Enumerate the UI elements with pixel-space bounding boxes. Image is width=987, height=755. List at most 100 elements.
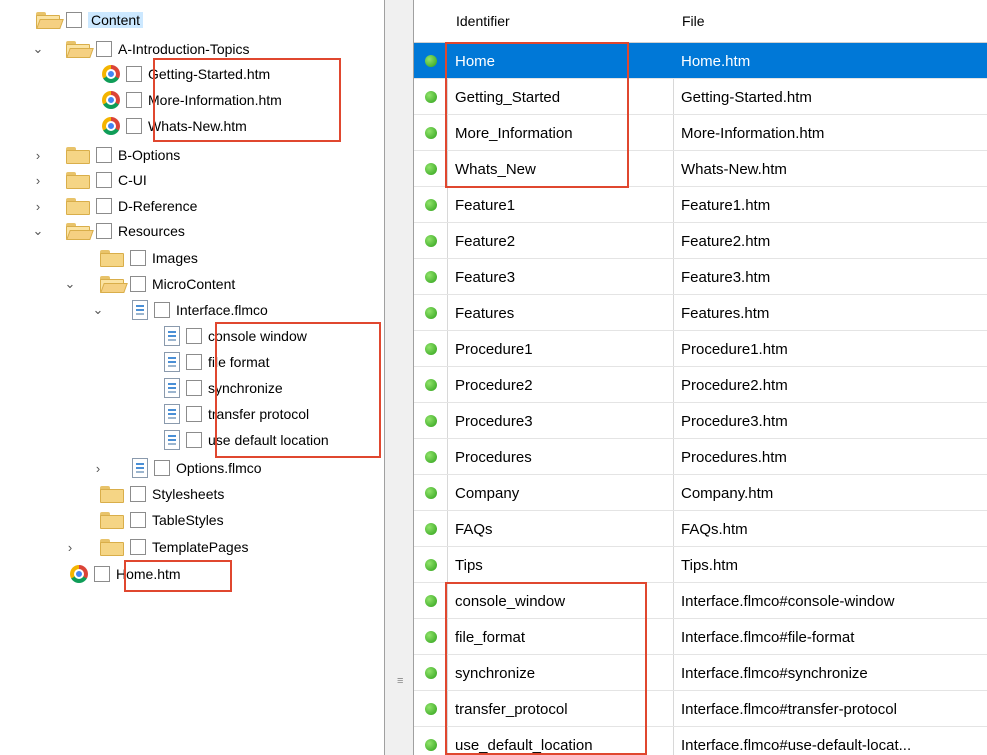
status-cell (414, 223, 447, 259)
tree-node-label: D-Reference (118, 198, 198, 214)
pane-splitter[interactable]: ≡ (384, 0, 414, 755)
chevron-down-icon[interactable]: ⌄ (32, 37, 44, 61)
table-row[interactable]: Procedure1 Procedure1.htm (414, 331, 987, 367)
tree-node-options-flmco[interactable]: › Options.flmco (92, 456, 262, 480)
checkbox[interactable] (130, 250, 146, 266)
file-cell[interactable]: Whats-New.htm (673, 151, 987, 187)
status-dot-icon (424, 523, 437, 535)
table-row[interactable]: Feature1 Feature1.htm (414, 187, 987, 223)
tree-node-label: MicroContent (152, 276, 236, 292)
file-cell[interactable]: Getting-Started.htm (673, 79, 987, 115)
identifier-cell[interactable]: Company (447, 475, 673, 511)
file-cell[interactable]: Interface.flmco#use-default-locat... (673, 727, 987, 755)
checkbox[interactable] (96, 147, 112, 163)
tree-node-tablestyles[interactable]: TableStyles (100, 508, 224, 532)
table-row[interactable]: Company Company.htm (414, 475, 987, 511)
tree-node-content[interactable]: Content (36, 8, 144, 32)
checkbox[interactable] (130, 512, 146, 528)
chevron-right-icon[interactable]: › (32, 194, 44, 218)
identifier-cell[interactable]: Feature1 (447, 187, 673, 223)
table-row[interactable]: Feature3 Feature3.htm (414, 259, 987, 295)
chevron-down-icon[interactable]: ⌄ (32, 219, 44, 243)
checkbox[interactable] (94, 566, 110, 582)
checkbox[interactable] (186, 354, 202, 370)
file-cell[interactable]: Feature1.htm (673, 187, 987, 223)
chevron-down-icon[interactable]: ⌄ (64, 272, 76, 296)
file-cell[interactable]: Feature2.htm (673, 223, 987, 259)
file-cell[interactable]: Procedure3.htm (673, 403, 987, 439)
tree-node-d-reference[interactable]: › D-Reference (32, 194, 197, 218)
checkbox[interactable] (130, 276, 146, 292)
file-cell[interactable]: Features.htm (673, 295, 987, 331)
identifier-cell[interactable]: Procedure1 (447, 331, 673, 367)
highlight-box-intro-topics (153, 58, 341, 142)
tree-node-microcontent[interactable]: ⌄ MicroContent (64, 272, 235, 296)
file-cell[interactable]: Interface.flmco#console-window (673, 583, 987, 619)
file-cell[interactable]: Company.htm (673, 475, 987, 511)
file-cell[interactable]: Tips.htm (673, 547, 987, 583)
file-cell[interactable]: Procedure2.htm (673, 367, 987, 403)
checkbox[interactable] (154, 460, 170, 476)
identifier-cell[interactable]: Features (447, 295, 673, 331)
table-row[interactable]: Procedure3 Procedure3.htm (414, 403, 987, 439)
identifier-cell[interactable]: FAQs (447, 511, 673, 547)
column-header-file[interactable]: File (673, 0, 987, 42)
chevron-right-icon[interactable]: › (92, 456, 104, 480)
table-row[interactable]: Procedures Procedures.htm (414, 439, 987, 475)
tree-node-templatepages[interactable]: › TemplatePages (64, 535, 249, 559)
checkbox[interactable] (96, 223, 112, 239)
column-header-identifier[interactable]: Identifier (447, 0, 673, 42)
table-row[interactable]: Feature2 Feature2.htm (414, 223, 987, 259)
file-cell[interactable]: FAQs.htm (673, 511, 987, 547)
checkbox[interactable] (126, 66, 142, 82)
chrome-icon (70, 565, 88, 583)
chevron-right-icon[interactable]: › (64, 535, 76, 559)
highlight-box-micro-identifiers (445, 582, 647, 755)
tree-node-b-options[interactable]: › B-Options (32, 143, 180, 167)
checkbox[interactable] (96, 172, 112, 188)
tree-node-interface-flmco[interactable]: ⌄ Interface.flmco (92, 298, 268, 322)
identifier-cell[interactable]: Procedures (447, 439, 673, 475)
tree-node-c-ui[interactable]: › C-UI (32, 168, 147, 192)
tree-node-resources[interactable]: ⌄ Resources (32, 219, 185, 243)
checkbox[interactable] (130, 539, 146, 555)
table-row[interactable]: Tips Tips.htm (414, 547, 987, 583)
tree-node-stylesheets[interactable]: Stylesheets (100, 482, 224, 506)
identifier-cell[interactable]: Feature3 (447, 259, 673, 295)
file-cell[interactable]: Interface.flmco#synchronize (673, 655, 987, 691)
identifier-cell[interactable]: Procedure2 (447, 367, 673, 403)
file-cell[interactable]: Procedure1.htm (673, 331, 987, 367)
chevron-right-icon[interactable]: › (32, 143, 44, 167)
checkbox[interactable] (186, 432, 202, 448)
status-dot-icon (424, 595, 437, 607)
checkbox[interactable] (186, 380, 202, 396)
file-cell[interactable]: Home.htm (673, 43, 987, 79)
tree-node-label: Resources (118, 223, 185, 239)
table-row[interactable]: FAQs FAQs.htm (414, 511, 987, 547)
table-row[interactable]: Procedure2 Procedure2.htm (414, 367, 987, 403)
table-header: Identifier File (414, 0, 987, 43)
checkbox[interactable] (96, 198, 112, 214)
tree-node-label: A-Introduction-Topics (118, 41, 250, 57)
file-cell[interactable]: More-Information.htm (673, 115, 987, 151)
identifier-cell[interactable]: Tips (447, 547, 673, 583)
file-cell[interactable]: Procedures.htm (673, 439, 987, 475)
checkbox[interactable] (96, 41, 112, 57)
identifier-cell[interactable]: Feature2 (447, 223, 673, 259)
checkbox[interactable] (154, 302, 170, 318)
checkbox[interactable] (130, 486, 146, 502)
identifier-cell[interactable]: Procedure3 (447, 403, 673, 439)
table-row[interactable]: Features Features.htm (414, 295, 987, 331)
checkbox[interactable] (126, 118, 142, 134)
file-cell[interactable]: Interface.flmco#transfer-protocol (673, 691, 987, 727)
checkbox[interactable] (66, 12, 82, 28)
content-tree-pane: Content ⌄ A-Introduction-Topics Getting-… (0, 0, 384, 755)
file-cell[interactable]: Interface.flmco#file-format (673, 619, 987, 655)
chevron-down-icon[interactable]: ⌄ (92, 298, 104, 322)
file-cell[interactable]: Feature3.htm (673, 259, 987, 295)
tree-node-images[interactable]: Images (100, 246, 198, 270)
checkbox[interactable] (186, 328, 202, 344)
checkbox[interactable] (126, 92, 142, 108)
chevron-right-icon[interactable]: › (32, 168, 44, 192)
checkbox[interactable] (186, 406, 202, 422)
